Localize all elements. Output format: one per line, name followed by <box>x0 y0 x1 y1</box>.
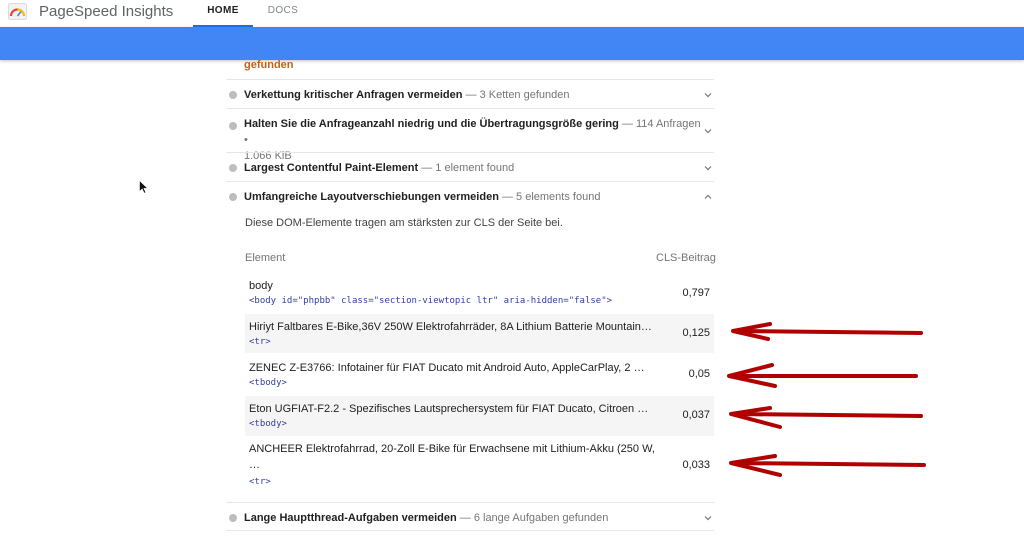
element-label: Hiriyt Faltbares E-Bike,36V 250W Elektro… <box>249 321 652 333</box>
element-label: Eton UGFIAT-F2.2 - Spezifisches Lautspre… <box>249 403 649 415</box>
cls-value: 0,797 <box>682 287 710 299</box>
chevron-down-icon[interactable] <box>704 127 712 135</box>
status-dot <box>229 91 237 99</box>
chevron-down-icon[interactable] <box>704 514 712 522</box>
audit-critical-chains[interactable]: Verkettung kritischer Anfragen vermeiden… <box>226 79 714 108</box>
previous-audit-summary: gefunden <box>244 59 294 71</box>
red-arrow-annotation <box>727 363 918 388</box>
red-arrow-annotation <box>731 322 923 341</box>
app-title[interactable]: PageSpeed Insights <box>39 3 173 20</box>
top-app-bar: PageSpeed Insights HOME DOCS <box>0 0 1024 27</box>
audit-request-count[interactable]: Halten Sie die Anfrageanzahl niedrig und… <box>226 108 714 162</box>
table-row[interactable]: Eton UGFIAT-F2.2 - Spezifisches Lautspre… <box>245 396 714 436</box>
element-snippet: <body id="phpbb" class="section-viewtopi… <box>249 296 613 306</box>
element-label: ANCHEER Elektrofahrrad, 20-Zoll E-Bike f… <box>249 443 655 455</box>
audit-layout-shifts[interactable]: Umfangreiche Layoutverschiebungen vermei… <box>226 181 714 210</box>
audit-title: Lange Hauptthread-Aufgaben vermeiden — 6… <box>244 512 609 524</box>
audit-lcp-element[interactable]: Largest Contentful Paint-Element — 1 ele… <box>226 152 714 181</box>
pagespeed-gauge-icon[interactable] <box>8 3 27 20</box>
audit-title: Largest Contentful Paint-Element — 1 ele… <box>244 162 515 174</box>
table-row[interactable]: body <body id="phpbb" class="section-vie… <box>245 275 714 313</box>
chevron-down-icon[interactable] <box>704 164 712 172</box>
audit-main-thread-tasks[interactable]: Lange Hauptthread-Aufgaben vermeiden — 6… <box>226 502 714 531</box>
element-snippet: <tr> <box>249 337 271 347</box>
status-dot <box>229 164 237 172</box>
audit-title: Verkettung kritischer Anfragen vermeiden… <box>244 89 570 101</box>
element-snippet: <tbody> <box>249 419 287 429</box>
status-dot <box>229 193 237 201</box>
red-arrow-annotation <box>729 454 926 477</box>
table-row[interactable]: ANCHEER Elektrofahrrad, 20-Zoll E-Bike f… <box>245 437 714 495</box>
element-snippet: <tr> <box>249 477 271 487</box>
tab-home[interactable]: HOME <box>193 0 253 27</box>
element-label: body <box>249 280 273 292</box>
element-label-continuation: … <box>249 459 260 471</box>
status-dot <box>229 122 237 130</box>
table-row[interactable]: ZENEC Z-E3766: Infotainer für FIAT Ducat… <box>245 354 714 395</box>
red-arrow-annotation <box>729 406 923 429</box>
column-header-element: Element <box>245 252 286 264</box>
cls-value: 0,033 <box>682 459 710 471</box>
header-banner <box>0 27 1024 60</box>
element-label: ZENEC Z-E3766: Infotainer für FIAT Ducat… <box>249 362 645 374</box>
cls-value: 0,05 <box>688 368 710 380</box>
element-snippet: <tbody> <box>249 378 287 388</box>
chevron-down-icon[interactable] <box>704 91 712 99</box>
audit-description: Diese DOM-Elemente tragen am stärksten z… <box>245 217 563 229</box>
cls-value: 0,125 <box>682 327 710 339</box>
audit-title: Umfangreiche Layoutverschiebungen vermei… <box>244 191 601 203</box>
cls-value: 0,037 <box>682 409 710 421</box>
table-row[interactable]: Hiriyt Faltbares E-Bike,36V 250W Elektro… <box>245 314 714 353</box>
tab-docs[interactable]: DOCS <box>258 0 308 27</box>
mouse-cursor-icon <box>139 180 149 194</box>
column-header-cls: CLS-Beitrag <box>656 252 716 264</box>
status-dot <box>229 514 237 522</box>
chevron-up-icon[interactable] <box>704 193 712 201</box>
